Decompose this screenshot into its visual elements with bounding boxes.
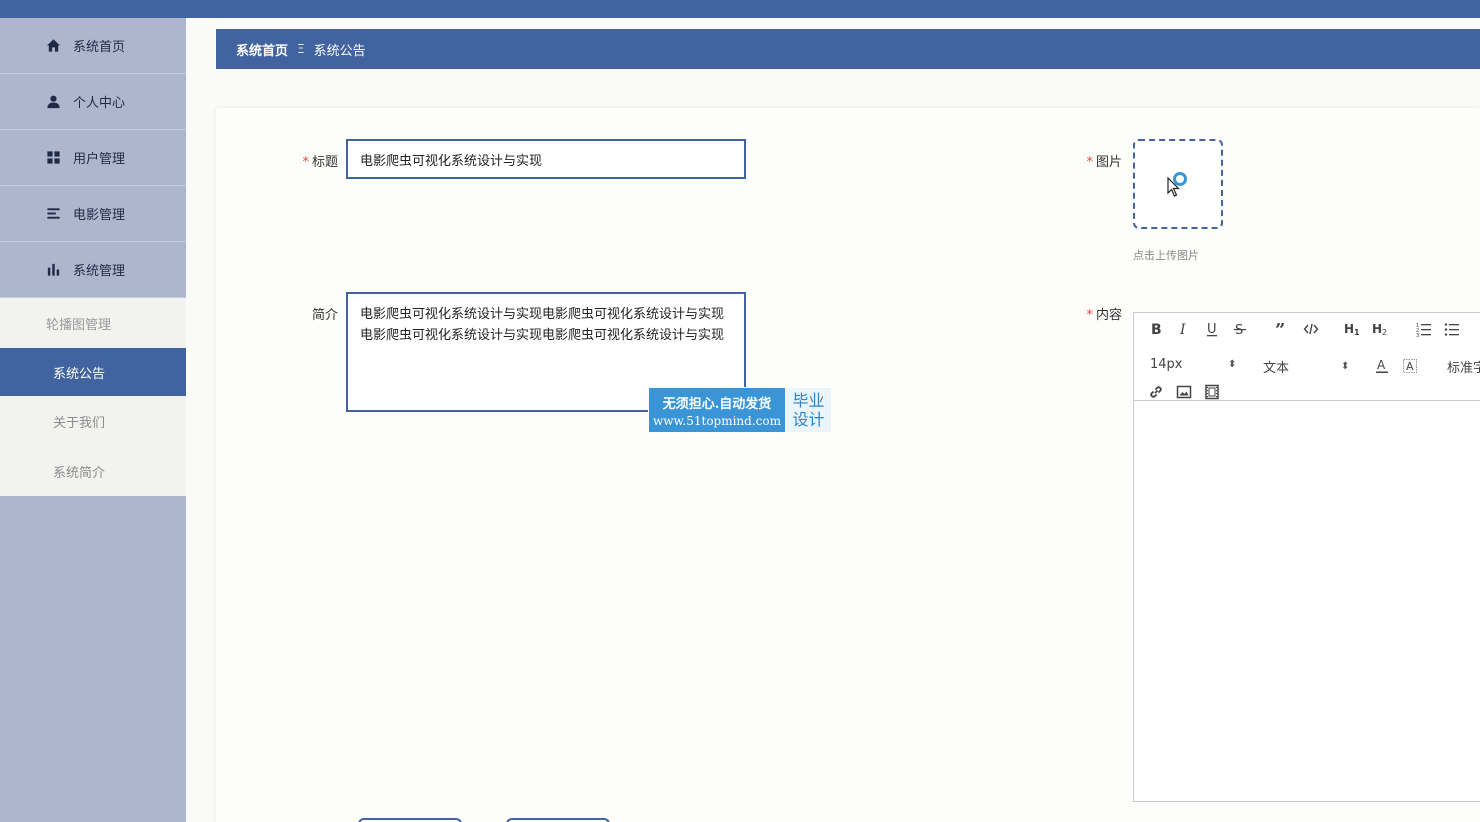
quote-icon: ”	[1275, 321, 1285, 337]
font-color-button[interactable]: A	[1372, 355, 1392, 377]
underline-icon: U	[1207, 322, 1217, 337]
sidebar-subitem-about[interactable]: 关于我们	[0, 396, 186, 446]
mouse-cursor-icon	[1167, 176, 1181, 201]
h2-button[interactable]: H2	[1370, 318, 1392, 340]
form-card: * 标题 电影爬虫可视化系统设计与实现 简介 电影爬虫可视化系统设计与实现电影爬虫…	[216, 108, 1480, 822]
cancel-button[interactable]	[506, 818, 610, 822]
background-color-icon: A	[1403, 359, 1417, 373]
sidebar-item-users[interactable]: 用户管理	[0, 130, 186, 186]
bold-icon: B	[1151, 322, 1162, 337]
editor-content-area[interactable]	[1134, 401, 1480, 801]
select-arrows-icon: ⬍	[1228, 359, 1237, 370]
watermark-side2: 设计	[792, 410, 825, 429]
sidebar-subitem-carousel[interactable]: 轮播图管理	[0, 298, 186, 348]
intro-label: 简介	[311, 308, 338, 323]
h2-icon: H2	[1372, 322, 1387, 337]
select-arrows-icon: ⬍	[1341, 361, 1350, 372]
font-size-value: 14px	[1150, 357, 1183, 372]
sidebar-subitem-announcement[interactable]: 系统公告	[0, 348, 186, 396]
font-size-select[interactable]: 14px ⬍	[1150, 357, 1236, 372]
breadcrumb-current: 系统公告	[313, 43, 366, 59]
sidebar-item-label: 系统管理	[73, 264, 126, 279]
strikethrough-button[interactable]: S	[1230, 318, 1250, 340]
font-family-select[interactable]: 标准字体	[1447, 357, 1480, 376]
submit-button[interactable]	[358, 818, 462, 822]
grid-icon	[45, 150, 61, 166]
svg-text:3: 3	[1416, 333, 1419, 337]
breadcrumb-separator: Ξ	[297, 42, 305, 56]
code-icon	[1303, 323, 1319, 335]
required-mark: *	[1086, 308, 1093, 323]
required-mark: *	[302, 155, 309, 170]
svg-text:H: H	[1372, 322, 1382, 336]
blockquote-button[interactable]: ”	[1272, 318, 1292, 340]
watermark-side1: 毕业	[792, 391, 825, 410]
sidebar-item-label: 系统首页	[73, 40, 126, 55]
user-icon	[45, 94, 61, 110]
watermark-line2: www.51topmind.com	[653, 413, 781, 428]
sidebar-item-label: 电影管理	[73, 208, 126, 223]
list-icon	[45, 206, 61, 222]
sidebar: 系统首页 个人中心 用户管理 电影管理 系统管理 轮播图管理 系统公告 关于我们…	[0, 18, 186, 822]
italic-button[interactable]: I	[1174, 318, 1194, 340]
required-mark: *	[1086, 155, 1093, 170]
image-icon	[1176, 385, 1192, 399]
sidebar-item-home[interactable]: 系统首页	[0, 18, 186, 74]
bullet-list-icon	[1444, 323, 1459, 336]
svg-text:H: H	[1344, 322, 1354, 336]
svg-text:I: I	[1179, 322, 1186, 337]
image-label: * 图片	[1086, 155, 1122, 170]
h1-icon: H1	[1344, 322, 1360, 337]
watermark-badge: 无须担心.自动发货 www.51topmind.com 毕业 设计	[648, 387, 832, 433]
svg-text:1: 1	[1354, 328, 1360, 337]
sidebar-subitem-intro[interactable]: 系统简介	[0, 446, 186, 496]
top-bar	[0, 0, 1480, 18]
heading-select[interactable]: 文本 ⬍	[1263, 357, 1349, 376]
content-label: * 内容	[1086, 308, 1122, 323]
svg-text:2: 2	[1382, 328, 1387, 337]
svg-text:A: A	[1377, 358, 1386, 372]
svg-text:”: ”	[1275, 321, 1285, 337]
bullet-list-button[interactable]	[1442, 318, 1462, 340]
underline-button[interactable]: U	[1202, 318, 1222, 340]
svg-text:B: B	[1151, 322, 1162, 337]
video-icon	[1205, 384, 1219, 400]
breadcrumb-home[interactable]: 系统首页	[236, 40, 288, 59]
rich-text-editor: B I U S ” H1 H2 123 14px ⬍ 文本 ⬍ A A 标准字体	[1133, 312, 1480, 802]
svg-text:U: U	[1207, 322, 1217, 337]
heading-value: 文本	[1263, 361, 1290, 376]
image-upload-button[interactable]	[1133, 139, 1223, 229]
svg-text:A: A	[1406, 360, 1414, 373]
font-color-icon: A	[1376, 358, 1388, 373]
breadcrumb: 系统首页 Ξ 系统公告	[216, 29, 1480, 69]
code-button[interactable]	[1300, 318, 1322, 340]
title-input[interactable]: 电影爬虫可视化系统设计与实现	[346, 139, 746, 179]
strikethrough-icon: S	[1234, 323, 1246, 337]
editor-toolbar: B I U S ” H1 H2 123 14px ⬍ 文本 ⬍ A A 标准字体	[1134, 313, 1480, 401]
sidebar-item-label: 个人中心	[73, 96, 126, 111]
italic-icon: I	[1179, 322, 1186, 337]
link-icon	[1150, 386, 1162, 398]
video-button[interactable]	[1202, 381, 1222, 403]
bold-button[interactable]: B	[1146, 318, 1166, 340]
sidebar-item-movies[interactable]: 电影管理	[0, 186, 186, 242]
sidebar-item-label: 用户管理	[73, 152, 126, 167]
sidebar-item-system[interactable]: 系统管理	[0, 242, 186, 298]
ordered-list-button[interactable]: 123	[1414, 318, 1434, 340]
sidebar-item-profile[interactable]: 个人中心	[0, 74, 186, 130]
h1-button[interactable]: H1	[1342, 318, 1364, 340]
title-label: * 标题	[302, 155, 338, 170]
watermark-line1: 无须担心.自动发货	[662, 396, 772, 412]
ordered-list-icon: 123	[1416, 323, 1431, 337]
home-icon	[45, 38, 61, 54]
upload-hint: 点击上传图片	[1133, 249, 1199, 262]
font-family-value: 标准字体	[1447, 361, 1480, 376]
sidebar-submenu: 轮播图管理 系统公告 关于我们 系统简介	[0, 298, 186, 496]
link-button[interactable]	[1146, 381, 1166, 403]
bar-chart-icon	[45, 262, 61, 278]
image-button[interactable]	[1174, 381, 1194, 403]
background-color-button[interactable]: A	[1400, 355, 1420, 377]
